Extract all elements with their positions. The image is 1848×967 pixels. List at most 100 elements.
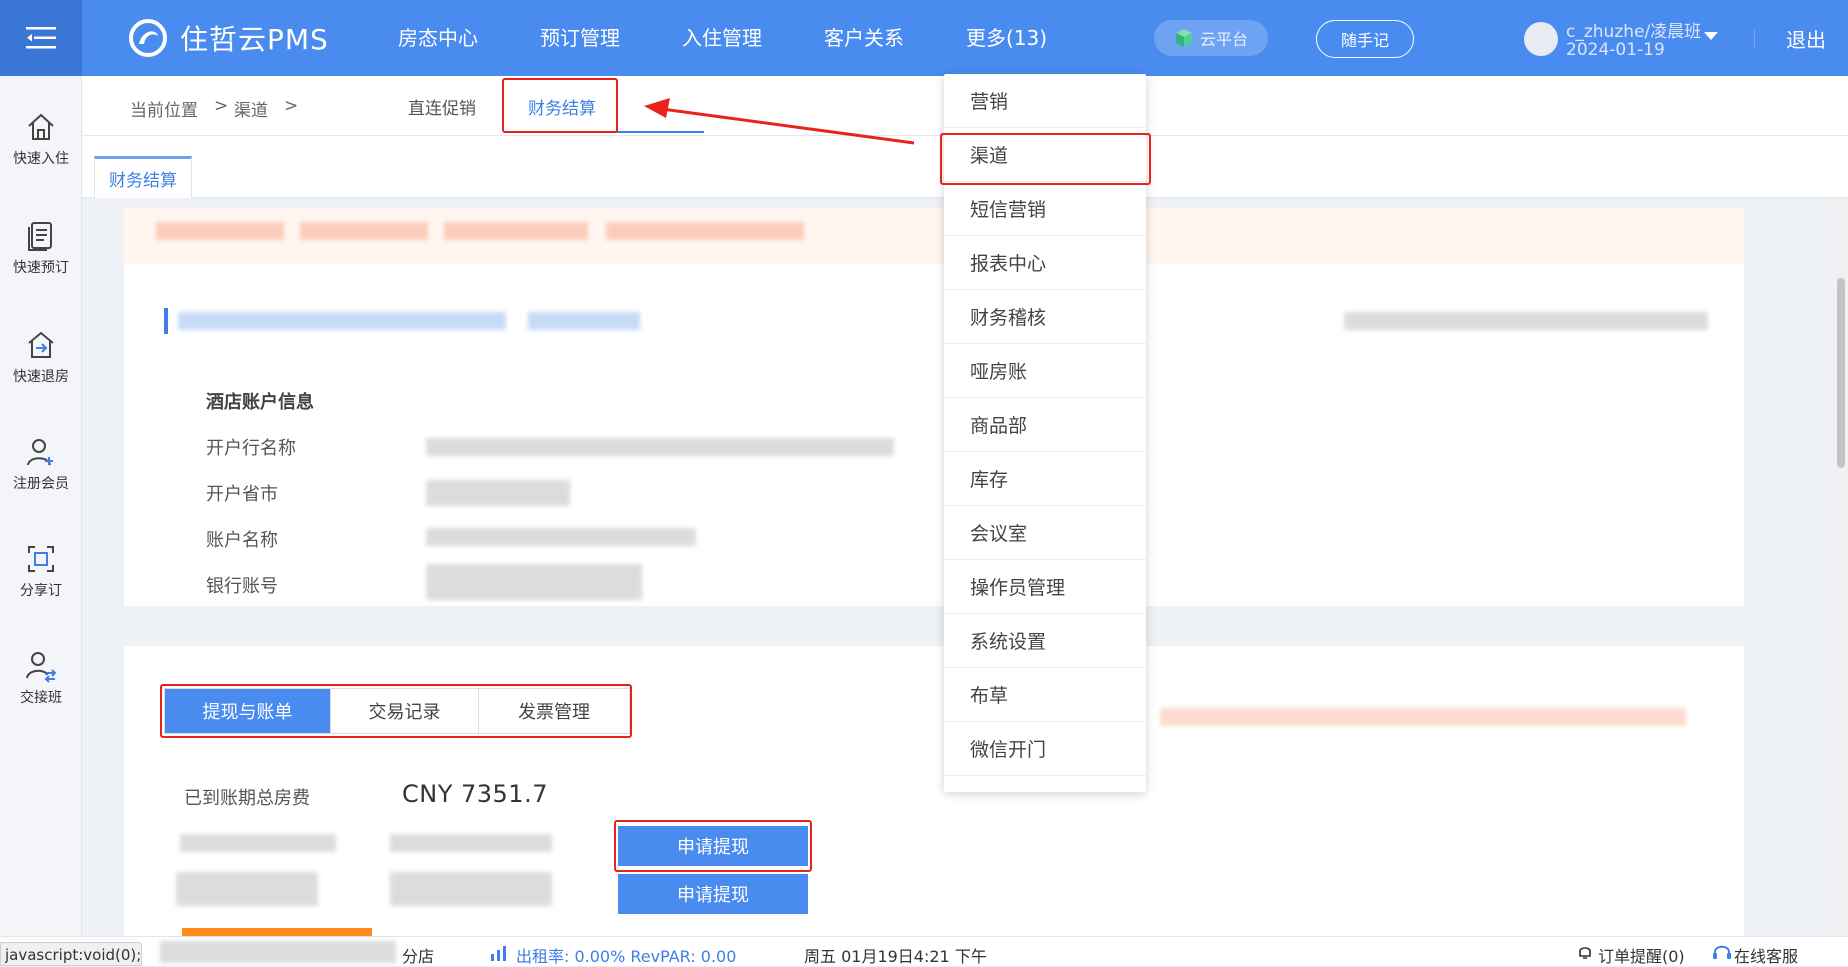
menu-item-wechat-door[interactable]: 微信开门 (944, 722, 1146, 776)
top-bar: 住哲云PMS 房态中心 预订管理 入住管理 客户关系 更多(13) 云平台 随手… (0, 0, 1848, 76)
home-icon (28, 113, 54, 140)
sidebar-item-label: 快速预订 (13, 260, 69, 276)
menu-item-inventory[interactable]: 库存 (944, 452, 1146, 506)
document-icon (28, 222, 52, 251)
top-nav: 房态中心 预订管理 入住管理 客户关系 更多(13) (398, 0, 1109, 76)
chevron-down-icon[interactable] (1704, 32, 1718, 40)
status-bar: 分店 出租率: 0.00% RevPAR: 0.00 周五 01月19日4:21… (0, 936, 1848, 966)
sidebar-item-label: 注册会员 (13, 476, 69, 492)
occupancy-revpar: 出租率: 0.00% RevPAR: 0.00 (516, 947, 737, 966)
headset-icon (1713, 945, 1731, 959)
annotation-box-segment (160, 684, 632, 738)
redacted-notice (444, 222, 588, 240)
nav-checkin[interactable]: 入住管理 (682, 0, 762, 76)
menu-item-meeting-room[interactable]: 会议室 (944, 506, 1146, 560)
current-datetime: 周五 01月19日4:21 下午 (804, 947, 987, 966)
menu-collapse-icon (26, 27, 56, 49)
quick-note-button[interactable]: 随手记 (1316, 20, 1414, 58)
sidebar-item-label: 快速入住 (13, 151, 69, 167)
add-user-icon (27, 439, 53, 466)
annotation-box-channel (940, 133, 1151, 185)
redacted-hotel (160, 941, 396, 963)
menu-item-system-settings[interactable]: 系统设置 (944, 614, 1146, 668)
redacted-notice (156, 222, 284, 240)
link-preview-tooltip: javascript:void(0); (0, 942, 142, 966)
redacted-value (426, 438, 894, 456)
branch-label: 分店 (402, 947, 435, 966)
cube-icon (1175, 29, 1192, 47)
annotation-box-apply (614, 820, 812, 872)
sidebar-item-register-member[interactable]: 注册会员 (0, 435, 82, 493)
menu-item-operator-management[interactable]: 操作员管理 (944, 560, 1146, 614)
bar-chart-icon (491, 946, 506, 961)
checkout-icon (28, 331, 54, 358)
sidebar-item-quick-checkin[interactable]: 快速入住 (0, 110, 82, 168)
cloud-platform-button[interactable]: 云平台 (1154, 20, 1268, 56)
tab-finance-settlement[interactable]: 财务结算 (94, 156, 192, 198)
account-number-label: 银行账号 (206, 576, 278, 597)
breadcrumb-separator: > (284, 96, 299, 116)
redacted-label (180, 834, 336, 852)
menu-item-dummy-room[interactable]: 哑房账 (944, 344, 1146, 398)
handover-icon (26, 652, 57, 683)
avatar[interactable] (1524, 22, 1558, 56)
redacted-info (1344, 312, 1708, 330)
divider (1754, 30, 1755, 48)
nav-customer[interactable]: 客户关系 (824, 0, 904, 76)
logo-mark-icon (129, 19, 167, 57)
scrollbar-thumb[interactable] (1837, 278, 1845, 468)
breadcrumb-separator: > (214, 96, 229, 116)
business-date: 2024-01-19 (1566, 40, 1665, 60)
annotation-box-finance-tab (502, 78, 618, 133)
sidebar: 快速入住 快速预订 快速退房 注册会员 分享订 交接班 (0, 76, 82, 936)
logout-link[interactable]: 退出 (1786, 24, 1826, 53)
menu-item-linen[interactable]: 布草 (944, 668, 1146, 722)
sidebar-item-share-order[interactable]: 分享订 (0, 542, 82, 600)
account-card (124, 208, 1744, 606)
menu-toggle-button[interactable] (0, 0, 82, 76)
sidebar-item-quick-checkout[interactable]: 快速退房 (0, 328, 82, 386)
due-room-fee-value: CNY 7351.7 (402, 780, 548, 808)
account-info-title: 酒店账户信息 (206, 392, 314, 413)
breadcrumb-channel[interactable]: 渠道 (234, 96, 268, 121)
account-name-label: 账户名称 (206, 530, 278, 551)
breadcrumb-current: 当前位置 (130, 101, 198, 121)
redacted-notice (1160, 708, 1686, 726)
online-service-link[interactable]: 在线客服 (1734, 943, 1798, 967)
redacted-value (426, 480, 570, 506)
nav-reservation[interactable]: 预订管理 (540, 0, 620, 76)
annotation-arrow-icon (644, 98, 915, 145)
menu-item-sms-marketing[interactable]: 短信营销 (944, 182, 1146, 236)
section-marker (164, 308, 168, 334)
redacted-section-title (528, 312, 640, 330)
nav-room-status[interactable]: 房态中心 (398, 0, 478, 76)
bank-name-label: 开户行名称 (206, 438, 296, 459)
redacted-value (390, 872, 552, 906)
redacted-value (426, 528, 696, 546)
redacted-value (390, 834, 552, 852)
nav-more[interactable]: 更多(13) (966, 0, 1047, 76)
sidebar-item-label: 分享订 (20, 583, 62, 599)
bank-province-label: 开户省市 (206, 484, 278, 505)
due-room-fee-label: 已到账期总房费 (184, 788, 310, 809)
bell-icon (1579, 947, 1591, 959)
sidebar-item-label: 快速退房 (13, 369, 69, 385)
subtab-direct-promotion[interactable]: 直连促销 (408, 94, 476, 119)
redacted-label (176, 872, 318, 906)
menu-item-shop[interactable]: 商品部 (944, 398, 1146, 452)
cloud-platform-label: 云平台 (1199, 30, 1248, 49)
user-name[interactable]: c_zhuzhe/凌晨班 (1566, 17, 1701, 42)
sidebar-item-shift-handover[interactable]: 交接班 (0, 649, 82, 707)
scrollbar[interactable] (1834, 198, 1848, 936)
order-alert-link[interactable]: 订单提醒(0) (1598, 943, 1685, 967)
apply-withdraw-button-2[interactable]: 申请提现 (618, 874, 808, 914)
app-logo[interactable]: 住哲云PMS (128, 18, 329, 58)
sidebar-item-label: 交接班 (20, 690, 62, 706)
sidebar-item-quick-booking[interactable]: 快速预订 (0, 219, 82, 277)
redacted-value (426, 564, 642, 600)
menu-item-finance-audit[interactable]: 财务稽核 (944, 290, 1146, 344)
menu-item-marketing[interactable]: 营销 (944, 74, 1146, 128)
menu-item-report-center[interactable]: 报表中心 (944, 236, 1146, 290)
share-icon (28, 546, 54, 572)
redacted-notice (300, 222, 428, 240)
